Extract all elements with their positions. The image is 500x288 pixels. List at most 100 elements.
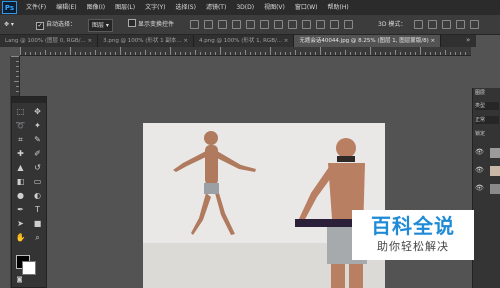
marquee-tool-icon[interactable]: ⬚	[15, 107, 26, 117]
menu-item[interactable]: 编辑(E)	[56, 0, 76, 15]
distribute-vcenter-icon[interactable]	[288, 20, 297, 29]
healing-brush-icon[interactable]: ✚	[15, 149, 26, 159]
align-hcenter-icon[interactable]	[246, 20, 255, 29]
align-top-icon[interactable]	[190, 20, 199, 29]
align-bottom-icon[interactable]	[218, 20, 227, 29]
menu-item[interactable]: 窗口(W)	[295, 0, 318, 15]
menu-item[interactable]: 文件(F)	[26, 0, 46, 15]
distribute-top-icon[interactable]	[274, 20, 283, 29]
watermark-title: 百科全说	[371, 214, 455, 238]
menu-item[interactable]: 图层(L)	[115, 0, 135, 15]
ruler-tick	[430, 52, 431, 55]
show-transform-checkbox[interactable]: 显示变换控件	[128, 19, 174, 30]
ruler-tick	[460, 52, 461, 55]
ruler-tick	[210, 52, 211, 55]
eyedropper-icon[interactable]: ✎	[32, 135, 43, 145]
rotate-3d-icon[interactable]	[414, 20, 423, 29]
layers-tab[interactable]: 图层	[475, 89, 485, 96]
shape-tool-icon[interactable]: ■	[32, 219, 43, 229]
tab-doc-2[interactable]: 3.png @ 100% (形状 1 副本... ×	[98, 35, 195, 47]
auto-select-checkbox[interactable]: 自动选择：	[36, 19, 76, 30]
align-left-icon[interactable]	[232, 20, 241, 29]
document-tabs: Lang @ 100% (图层 0, RGB/... × 3.png @ 100…	[0, 35, 476, 47]
brush-tool-icon[interactable]: ✐	[32, 149, 43, 159]
horizontal-ruler[interactable]	[20, 47, 471, 56]
ruler-tick	[280, 52, 281, 55]
ruler-tick	[305, 52, 306, 55]
menu-item[interactable]: 选择(S)	[175, 0, 196, 15]
document-canvas[interactable]	[143, 123, 385, 288]
distribute-bottom-icon[interactable]	[302, 20, 311, 29]
ruler-tick	[285, 52, 286, 55]
ruler-tick	[80, 52, 81, 55]
layer-thumbnail[interactable]	[490, 184, 500, 194]
eraser-tool-icon[interactable]: ◧	[15, 177, 26, 187]
tools-panel-header[interactable]	[12, 97, 46, 103]
align-right-icon[interactable]	[260, 20, 269, 29]
menu-item[interactable]: 帮助(H)	[328, 0, 349, 15]
ruler-tick	[425, 52, 426, 55]
type-tool-icon[interactable]: T	[32, 205, 43, 215]
lasso-tool-icon[interactable]: ➰	[15, 121, 26, 131]
history-brush-icon[interactable]: ↺	[32, 163, 43, 173]
scale-3d-icon[interactable]	[470, 20, 479, 29]
menu-item[interactable]: 滤镜(T)	[206, 0, 226, 15]
distribute-right-icon[interactable]	[344, 20, 353, 29]
layer-thumbnail[interactable]	[490, 166, 500, 176]
ruler-tick	[45, 50, 46, 55]
ruler-tick	[14, 81, 19, 82]
menu-item[interactable]: 文字(Y)	[145, 0, 165, 15]
ruler-tick	[240, 52, 241, 55]
move-tool-icon[interactable]: ✥ ▾	[4, 19, 14, 30]
gradient-tool-icon[interactable]: ▭	[32, 177, 43, 187]
tab-overflow-icon[interactable]: »	[466, 36, 470, 44]
tab-doc-active[interactable]: 无题会话40044.jpg @ 8.25% (图层 1, 图层蒙版/8) ×	[294, 35, 442, 47]
zoom-tool-icon[interactable]: ⌕	[32, 233, 43, 243]
photoshop-logo-icon: Ps	[2, 1, 17, 14]
menu-item[interactable]: 图像(I)	[87, 0, 105, 15]
distribute-left-icon[interactable]	[316, 20, 325, 29]
layer-kind-filter[interactable]: 类型	[475, 102, 499, 110]
pen-tool-icon[interactable]: ✒	[15, 205, 26, 215]
ruler-tick	[450, 52, 451, 55]
auto-select-dropdown[interactable]: 图层 ▾	[88, 19, 113, 32]
menu-item[interactable]: 3D(D)	[236, 0, 254, 15]
ruler-tick	[190, 52, 191, 55]
dodge-tool-icon[interactable]: ◐	[32, 191, 43, 201]
checkbox-icon	[128, 19, 136, 27]
layer-thumbnail[interactable]	[490, 148, 500, 158]
hand-tool-icon[interactable]: ✋	[15, 233, 26, 243]
crop-tool-icon[interactable]: ⌗	[15, 135, 26, 145]
roll-3d-icon[interactable]	[428, 20, 437, 29]
ruler-tick	[30, 52, 31, 55]
tab-label: Lang @ 100% (图层 0, RGB/...	[5, 38, 86, 44]
ruler-tick	[360, 52, 361, 55]
visibility-eye-icon[interactable]: 👁	[475, 184, 484, 192]
stamp-tool-icon[interactable]: ▲	[15, 163, 26, 173]
ruler-tick	[125, 52, 126, 55]
visibility-eye-icon[interactable]: 👁	[475, 166, 484, 174]
ruler-tick	[195, 50, 196, 55]
distribute-hcenter-icon[interactable]	[330, 20, 339, 29]
slide-3d-icon[interactable]	[456, 20, 465, 29]
path-select-icon[interactable]: ➤	[15, 219, 26, 229]
menu-item[interactable]: 视图(V)	[264, 0, 285, 15]
quick-mask-icon[interactable]: ◙	[14, 275, 25, 285]
ruler-tick	[335, 52, 336, 55]
move-tool-icon[interactable]: ✥	[32, 107, 43, 117]
drag-3d-icon[interactable]	[442, 20, 451, 29]
align-vcenter-icon[interactable]	[204, 20, 213, 29]
tab-label: 3.png @ 100% (形状 1 副本...	[103, 38, 182, 44]
ruler-tick	[145, 50, 146, 55]
ruler-tick	[455, 52, 456, 55]
visibility-eye-icon[interactable]: 👁	[475, 148, 484, 156]
blur-tool-icon[interactable]: ●	[15, 191, 26, 201]
blend-mode-dropdown[interactable]: 正常	[475, 116, 499, 124]
background-color-swatch[interactable]	[22, 261, 36, 275]
tab-doc-3[interactable]: 4.png @ 100% (形状 1, RGB/... ×	[194, 35, 295, 47]
ruler-tick	[85, 52, 86, 55]
tab-doc-1[interactable]: Lang @ 100% (图层 0, RGB/... ×	[0, 35, 99, 47]
ruler-tick	[320, 47, 321, 55]
magic-wand-icon[interactable]: ✦	[32, 121, 43, 131]
ruler-tick	[16, 66, 19, 67]
